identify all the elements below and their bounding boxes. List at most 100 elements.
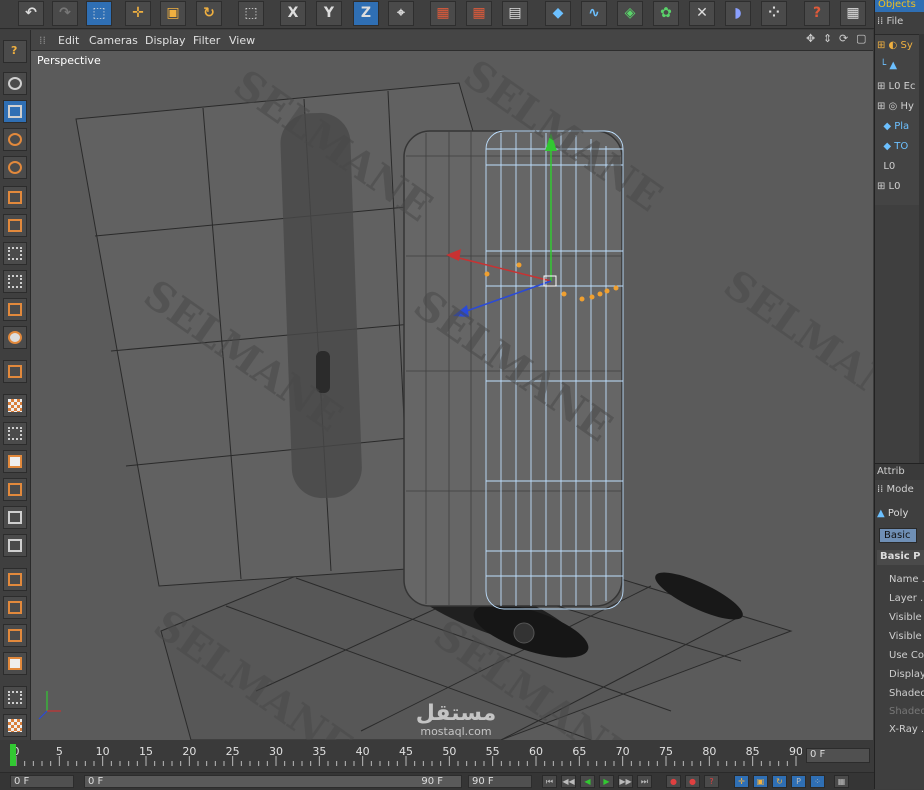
axis-z-button[interactable]: Z: [353, 1, 379, 26]
rotate-button[interactable]: ↻: [196, 1, 222, 26]
help-button[interactable]: ?: [3, 40, 27, 63]
goto-end-button[interactable]: ⏭: [637, 775, 652, 788]
viewport-rotate-icon[interactable]: ⟳: [839, 32, 848, 45]
field-visible-editor[interactable]: Visible i: [889, 612, 924, 623]
deformer-icon[interactable]: ✕: [689, 1, 715, 26]
menu-edit[interactable]: Edit: [58, 34, 79, 47]
floor-environment-icon[interactable]: ◗: [725, 1, 751, 26]
deform-tool-2-button[interactable]: [3, 596, 27, 619]
texture-grid-button[interactable]: [3, 686, 27, 709]
array-icon[interactable]: ✿: [653, 1, 679, 26]
attributes-tab[interactable]: Attrib: [875, 463, 924, 480]
spline-pen-icon[interactable]: ∿: [581, 1, 607, 26]
object-mode-button[interactable]: [3, 100, 27, 123]
sphere-tool-button[interactable]: [3, 326, 27, 349]
field-name[interactable]: Name .: [889, 574, 924, 585]
perspective-viewport[interactable]: SELMANE SELMANE SELMANE SELMANE SELMANE …: [31, 51, 873, 740]
axis-y-button[interactable]: Y: [316, 1, 342, 26]
key-scale-button[interactable]: ▣: [753, 775, 768, 788]
object-item-symmetry[interactable]: ⊞ ◐ Sy: [877, 40, 913, 51]
axis-lock-2-button[interactable]: [3, 534, 27, 557]
render-settings-icon[interactable]: ▤: [502, 1, 528, 26]
viewport-zoom-icon[interactable]: ⇕: [823, 32, 832, 45]
edges-mode-button[interactable]: [3, 214, 27, 237]
keyframe-selection-button[interactable]: ?: [704, 775, 719, 788]
move-button[interactable]: ✛: [125, 1, 151, 26]
field-xray[interactable]: X-Ray .: [889, 724, 924, 735]
object-item-plane[interactable]: ◆ Pla: [877, 121, 909, 132]
attributes-mode-menu[interactable]: ⁞⁞ Mode: [877, 484, 914, 495]
undo-button[interactable]: ↶: [18, 1, 44, 26]
model-mode-button[interactable]: [3, 72, 27, 95]
live-selection-button[interactable]: ⬚: [86, 1, 112, 26]
polygons-mode-button[interactable]: [3, 242, 27, 265]
axis-lock-1-button[interactable]: [3, 506, 27, 529]
object-item-null-1[interactable]: L0: [877, 161, 895, 172]
layout-icon[interactable]: ▦: [840, 1, 866, 26]
camera-icon[interactable]: ⁘: [761, 1, 787, 26]
key-rotation-button[interactable]: ↻: [772, 775, 787, 788]
deform-tool-1-button[interactable]: [3, 568, 27, 591]
field-use-color[interactable]: Use Co: [889, 650, 924, 661]
field-display-color[interactable]: Display: [889, 669, 924, 680]
snap-tool-button[interactable]: [3, 478, 27, 501]
end-frame-field[interactable]: 90 F: [468, 775, 532, 788]
start-frame-field[interactable]: 0 F: [10, 775, 74, 788]
subdivision-surface-icon[interactable]: ◈: [617, 1, 643, 26]
key-position-button[interactable]: ✛: [734, 775, 749, 788]
current-frame-display[interactable]: 0 F: [806, 748, 870, 763]
cube-icon[interactable]: ◆: [545, 1, 571, 26]
grid-tool-3-button[interactable]: [3, 450, 27, 473]
uv-polygons-button[interactable]: [3, 298, 27, 321]
redo-button[interactable]: ↷: [52, 1, 78, 26]
frame-range-slider[interactable]: 0 F 90 F: [84, 775, 462, 788]
objects-menu-file[interactable]: ⁞⁞ File: [877, 16, 903, 27]
object-list-scrollbar[interactable]: [919, 34, 924, 464]
field-shaded-2[interactable]: Shaded: [889, 706, 924, 717]
play-forward-button[interactable]: ▶: [599, 775, 614, 788]
axis-mode-button[interactable]: [3, 156, 27, 179]
paint-tool-icon[interactable]: ?: [804, 1, 830, 26]
field-visible-renderer[interactable]: Visible i: [889, 631, 924, 642]
play-backward-button[interactable]: ◀: [580, 775, 595, 788]
tab-basic[interactable]: Basic: [879, 528, 917, 543]
texture-mode-button[interactable]: [3, 128, 27, 151]
grid-tool-2-button[interactable]: [3, 422, 27, 445]
deform-tool-3-button[interactable]: [3, 624, 27, 647]
object-item-hy[interactable]: ⊞ ◎ Hy: [877, 101, 914, 112]
uv-points-button[interactable]: [3, 270, 27, 293]
object-item-ec[interactable]: ⊞ L0 Ec: [877, 81, 916, 92]
points-mode-button[interactable]: [3, 186, 27, 209]
objects-tab[interactable]: Objects: [875, 0, 924, 12]
field-shaded[interactable]: Shaded: [889, 688, 924, 699]
axis-x-button[interactable]: X: [280, 1, 306, 26]
playhead[interactable]: [10, 744, 16, 766]
render-view-icon[interactable]: ▦: [430, 1, 456, 26]
field-layer[interactable]: Layer .: [889, 593, 923, 604]
menu-filter[interactable]: Filter: [193, 34, 220, 47]
coordinate-system-icon[interactable]: ⌖: [388, 1, 414, 26]
workplane-button[interactable]: [3, 360, 27, 383]
prev-frame-button[interactable]: ◀◀: [561, 775, 576, 788]
texture-checker-button[interactable]: [3, 714, 27, 737]
object-item-null-2[interactable]: ⊞ L0: [877, 181, 901, 192]
autokey-button[interactable]: ●: [685, 775, 700, 788]
goto-start-button[interactable]: ⏮: [542, 775, 557, 788]
object-item-poly[interactable]: └ ▲: [877, 60, 897, 71]
deform-tool-4-button[interactable]: [3, 652, 27, 675]
scale-button[interactable]: ▣: [160, 1, 186, 26]
last-tool-button[interactable]: ⬚: [238, 1, 264, 26]
key-parameter-button[interactable]: P: [791, 775, 806, 788]
viewport-maximize-icon[interactable]: ▢: [856, 32, 866, 45]
viewport-move-icon[interactable]: ✥: [806, 32, 815, 45]
grid-tool-1-button[interactable]: [3, 394, 27, 417]
object-item-to[interactable]: ◆ TO: [877, 141, 908, 152]
menu-display[interactable]: Display: [145, 34, 186, 47]
menu-view[interactable]: View: [229, 34, 255, 47]
menu-cameras[interactable]: Cameras: [89, 34, 138, 47]
timeline-ruler[interactable]: 051015202530354045505560657075808590: [10, 744, 802, 768]
render-picture-viewer-icon[interactable]: ▦: [466, 1, 492, 26]
record-keys-button[interactable]: ●: [666, 775, 681, 788]
timeline-layout-button[interactable]: ▦: [834, 775, 849, 788]
key-pla-button[interactable]: ⁘: [810, 775, 825, 788]
